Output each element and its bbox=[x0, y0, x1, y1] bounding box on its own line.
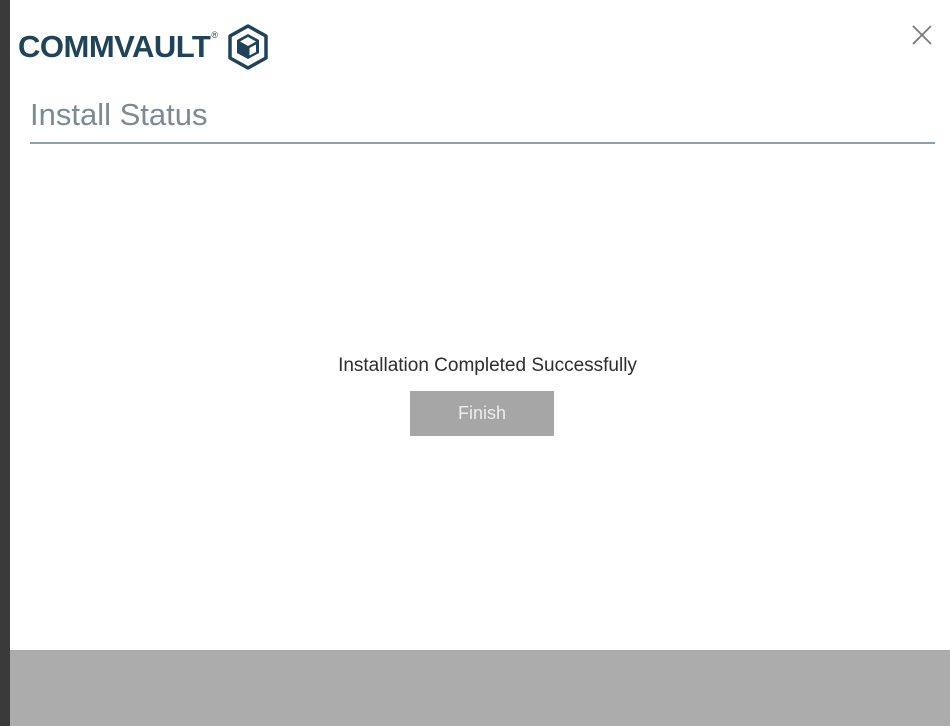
brand-name: COMMVAULT bbox=[18, 29, 211, 64]
finish-button[interactable]: Finish bbox=[410, 391, 554, 436]
installer-window: COMMVAULT ® Install Status Installation … bbox=[0, 0, 950, 726]
title-divider bbox=[30, 142, 935, 144]
close-button[interactable] bbox=[905, 20, 939, 50]
close-icon bbox=[912, 25, 932, 45]
status-message: Installation Completed Successfully bbox=[338, 355, 637, 376]
commvault-logo: COMMVAULT ® bbox=[18, 22, 270, 72]
commvault-cube-icon bbox=[228, 24, 268, 70]
brand-trademark: ® bbox=[211, 30, 219, 40]
page-title: Install Status bbox=[30, 97, 208, 132]
footer-bar bbox=[10, 650, 950, 726]
